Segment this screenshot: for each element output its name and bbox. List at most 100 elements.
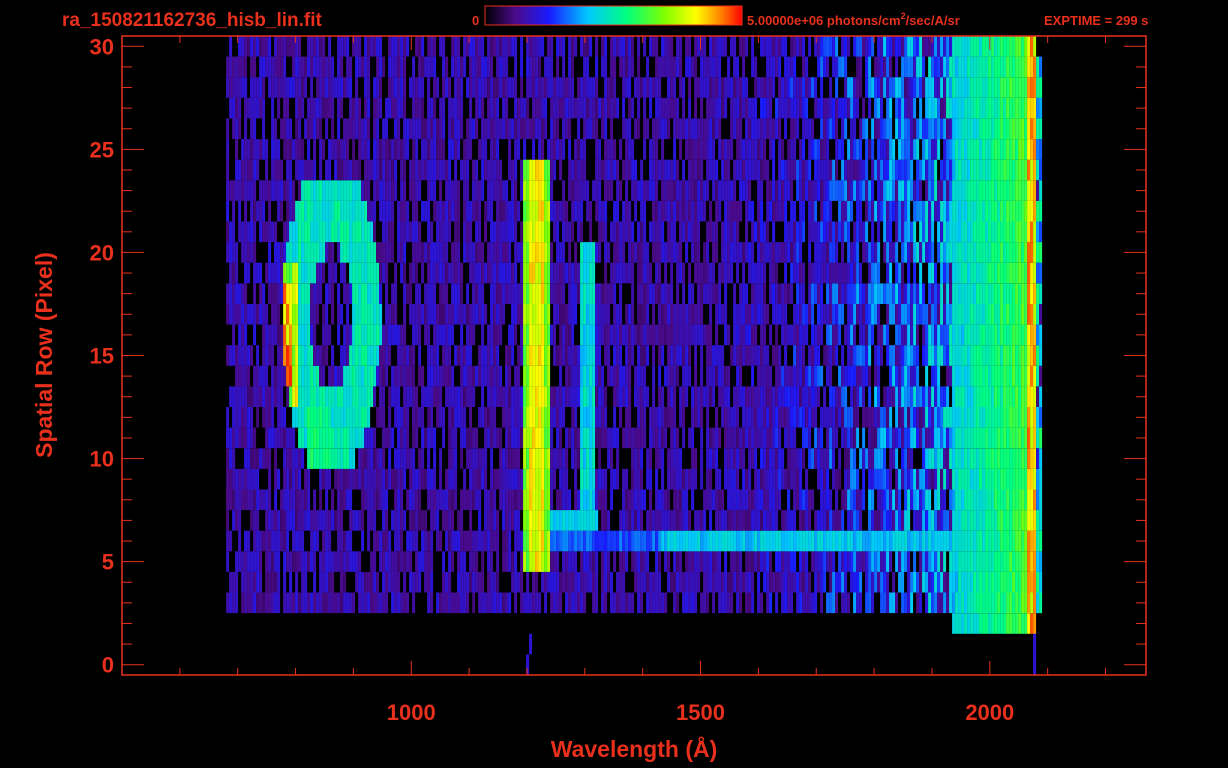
heatmap-cell: [565, 510, 569, 531]
heatmap-cell: [853, 468, 857, 490]
heatmap-cell: [547, 242, 551, 263]
heatmap-cell: [661, 345, 665, 366]
heatmap-cell: [931, 242, 935, 263]
heatmap-cell: [856, 427, 860, 449]
heatmap-cell: [364, 448, 368, 469]
heatmap-cell: [301, 489, 305, 511]
heatmap-cell: [997, 200, 1001, 222]
heatmap-cell: [448, 324, 452, 346]
heatmap-cell: [601, 304, 605, 325]
heatmap-cell: [886, 200, 890, 222]
heatmap-cell: [661, 324, 665, 346]
heatmap-cell: [382, 221, 386, 243]
heatmap-cell: [394, 448, 398, 469]
heatmap-cell: [841, 551, 845, 572]
heatmap-cell: [268, 242, 272, 263]
heatmap-cell: [865, 448, 869, 469]
heatmap-cell: [238, 365, 242, 387]
heatmap-cell: [640, 571, 644, 593]
heatmap-cell: [391, 592, 395, 614]
heatmap-cell: [433, 159, 437, 181]
heatmap-cell: [847, 200, 851, 222]
heatmap-cell: [844, 221, 848, 243]
heatmap-cell: [490, 283, 494, 304]
heatmap-cell: [1039, 180, 1043, 201]
heatmap-cell: [859, 551, 863, 572]
heatmap-cell: [637, 407, 641, 428]
heatmap-cell: [1033, 468, 1037, 490]
heatmap-cell: [853, 510, 857, 531]
heatmap-cell: [1036, 180, 1040, 201]
heatmap-cell: [799, 345, 803, 366]
heatmap-cell: [535, 427, 539, 449]
heatmap-cell: [625, 221, 629, 243]
heatmap-cell: [442, 159, 446, 181]
heatmap-cell: [430, 365, 434, 387]
heatmap-cell: [985, 242, 989, 263]
heatmap-cell: [487, 571, 491, 593]
heatmap-cell: [988, 468, 992, 490]
heatmap-cell: [961, 510, 965, 531]
heatmap-cell: [745, 324, 749, 346]
heatmap-cell: [553, 407, 557, 428]
heatmap-cell: [400, 551, 404, 572]
heatmap-cell: [523, 592, 527, 614]
heatmap-cell: [802, 592, 806, 614]
heatmap-cell: [976, 551, 980, 572]
heatmap-cell: [736, 510, 740, 531]
heatmap-cell: [379, 365, 383, 387]
heatmap-cell: [364, 592, 368, 614]
heatmap-cell: [598, 427, 602, 449]
heatmap-cell: [556, 510, 560, 531]
heatmap-cell: [769, 551, 773, 572]
heatmap-cell: [376, 592, 380, 614]
heatmap-cell: [265, 180, 269, 201]
heatmap-cell: [979, 489, 983, 511]
heatmap-cell: [874, 468, 878, 490]
heatmap-cell: [292, 386, 296, 407]
heatmap-cell: [811, 200, 815, 222]
heatmap-cell: [235, 386, 239, 407]
heatmap-cell: [907, 489, 911, 511]
heatmap-cell: [277, 427, 281, 449]
heatmap-cell: [562, 324, 566, 346]
heatmap-cell: [847, 283, 851, 304]
heatmap-cell: [439, 159, 443, 181]
heatmap-cell: [859, 386, 863, 407]
heatmap-cell: [418, 510, 422, 531]
heatmap-cell: [445, 489, 449, 511]
heatmap-cell: [559, 510, 563, 531]
heatmap-cell: [766, 448, 770, 469]
heatmap-cell: [373, 262, 377, 284]
heatmap-cell: [574, 345, 578, 366]
heatmap-cell: [262, 180, 266, 201]
heatmap-cell: [649, 530, 653, 552]
heatmap-cell: [892, 448, 896, 469]
heatmap-cell: [1030, 571, 1034, 593]
heatmap-cell: [709, 386, 713, 407]
heatmap-cell: [688, 262, 692, 284]
heatmap-cell: [607, 551, 611, 572]
heatmap-cell: [937, 221, 941, 243]
heatmap-cell: [295, 592, 299, 614]
heatmap-cell: [379, 551, 383, 572]
heatmap-cell: [880, 407, 884, 428]
heatmap-cell: [682, 345, 686, 366]
heatmap-cell: [808, 489, 812, 511]
heatmap-cell: [829, 242, 833, 263]
heatmap-cell: [226, 345, 230, 366]
heatmap-cell: [244, 407, 248, 428]
heatmap-cell: [304, 283, 308, 304]
heatmap-cell: [568, 262, 572, 284]
heatmap-cell: [946, 468, 950, 490]
heatmap-cell: [976, 427, 980, 449]
heatmap-cell: [790, 386, 794, 407]
heatmap-cell: [889, 180, 893, 201]
heatmap-cell: [736, 324, 740, 346]
heatmap-cell: [304, 427, 308, 449]
heatmap-cell: [949, 283, 953, 304]
heatmap-cell: [1009, 324, 1013, 346]
heatmap-cell: [322, 262, 326, 284]
heatmap-cell: [727, 592, 731, 614]
heatmap-cell: [694, 407, 698, 428]
